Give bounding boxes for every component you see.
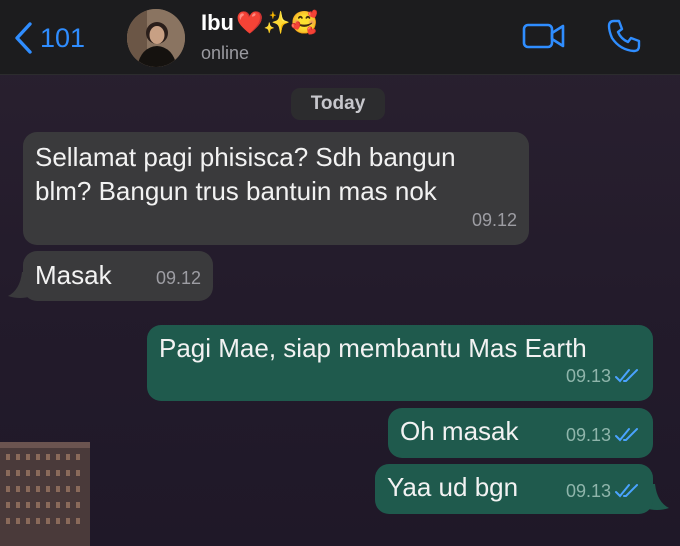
- contact-name[interactable]: Ibu ❤️✨🥰: [201, 10, 318, 36]
- unread-count: 101: [40, 22, 86, 53]
- incoming-message[interactable]: Sellamat pagi phisisca? Sdh bangun blm? …: [23, 132, 529, 245]
- contact-emojis: ❤️✨🥰: [236, 10, 319, 35]
- read-receipt-icon: [615, 484, 638, 498]
- voice-call-button[interactable]: [606, 18, 642, 59]
- wallpaper-building: [0, 442, 90, 546]
- chat-header: 101 Ibu ❤️✨🥰 online: [0, 0, 680, 75]
- message-text: Yaa ud bgn: [387, 472, 519, 502]
- read-receipt-icon: [615, 428, 638, 442]
- video-camera-icon: [522, 23, 565, 49]
- video-call-button[interactable]: [522, 21, 566, 56]
- avatar[interactable]: [127, 9, 185, 67]
- message-text-line: Sellamat pagi phisisca? Sdh bangun: [35, 142, 456, 172]
- outgoing-message[interactable]: Yaa ud bgn 09.13: [375, 464, 653, 514]
- message-text: Masak: [35, 260, 112, 290]
- message-time: 09.13: [565, 481, 611, 501]
- message-time: 09.12: [155, 268, 201, 288]
- message-time: 09.13: [565, 425, 611, 445]
- outgoing-message[interactable]: Pagi Mae, siap membantu Mas Earth 09.13: [147, 325, 653, 401]
- message-text: Pagi Mae, siap membantu Mas Earth: [159, 333, 587, 363]
- message-time: 09.13: [565, 366, 611, 386]
- chevron-left-icon: [15, 22, 32, 54]
- incoming-message[interactable]: Masak 09.12: [23, 251, 213, 301]
- phone-icon: [607, 19, 641, 53]
- contact-status: online: [201, 43, 250, 63]
- message-meta: 09.13: [566, 418, 641, 452]
- date-separator: Today: [291, 88, 385, 120]
- back-button[interactable]: 101: [14, 20, 85, 56]
- message-meta: 09.13: [566, 474, 641, 508]
- read-receipt-icon: [615, 369, 638, 383]
- message-time: 09.12: [471, 210, 517, 230]
- outgoing-message[interactable]: Oh masak 09.13: [388, 408, 653, 458]
- message-text-line: blm? Bangun trus bantuin mas nok: [35, 176, 437, 206]
- message-meta: 09.13: [566, 359, 641, 393]
- message-text: Oh masak: [400, 416, 519, 446]
